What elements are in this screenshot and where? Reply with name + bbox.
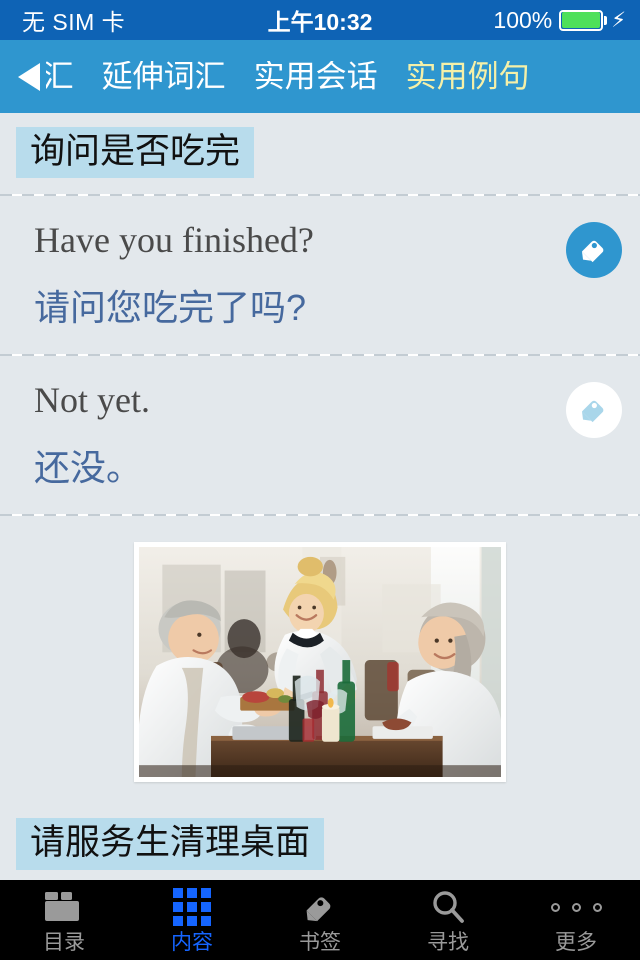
- back-triangle-icon: [16, 61, 42, 93]
- tab-label: 目录: [43, 931, 85, 954]
- nav-tab-3[interactable]: 实用例句: [392, 61, 544, 92]
- nav-bar: ]汇 延伸词汇 实用会话 实用例句: [0, 40, 640, 113]
- tab-contents-directory[interactable]: 目录: [0, 880, 128, 960]
- folder-icon: [44, 887, 84, 927]
- tab-content[interactable]: 内容: [128, 880, 256, 960]
- nav-tab-strip: ]汇 延伸词汇 实用会话 实用例句: [46, 61, 640, 92]
- bookmark-tag-button[interactable]: [566, 222, 622, 279]
- bookmark-tag-button[interactable]: [566, 382, 622, 439]
- ellipsis-icon: [550, 887, 602, 927]
- charging-bolt-icon: ⚡: [611, 8, 626, 32]
- tag-icon: [300, 887, 340, 927]
- phrase-entry[interactable]: Have you finished? 请问您吃完了吗?: [0, 196, 640, 354]
- phrase-english: Have you finished?: [34, 220, 314, 261]
- restaurant-scene-photo[interactable]: [134, 542, 506, 783]
- tab-bookmarks[interactable]: 书签: [256, 880, 384, 960]
- tab-label: 寻找: [427, 931, 469, 954]
- nav-tab-1[interactable]: 延伸词汇: [88, 61, 240, 92]
- section-title: 询问是否吃完: [16, 127, 255, 179]
- phrase-entry[interactable]: Not yet. 还没。: [0, 356, 640, 514]
- status-bar: 无 SIM 卡 上午10:32 100% ⚡: [0, 0, 640, 40]
- grid-icon: [173, 887, 211, 927]
- phrase-chinese: 请问您吃完了吗?: [34, 287, 307, 329]
- phrase-english: Not yet.: [34, 380, 150, 421]
- nav-tab-2[interactable]: 实用会话: [240, 61, 392, 92]
- tab-label: 内容: [171, 931, 213, 954]
- section-header: 询问是否吃完: [0, 113, 640, 194]
- status-bar-right: 100% ⚡: [493, 7, 626, 34]
- content-scroll-area[interactable]: 询问是否吃完 Have you finished? 请问您吃完了吗? Not y…: [0, 113, 640, 880]
- tab-search[interactable]: 寻找: [384, 880, 512, 960]
- app-root: 无 SIM 卡 上午10:32 100% ⚡ ]汇 延伸词汇 实用会话 实用例句…: [0, 0, 640, 960]
- tab-label: 书签: [299, 931, 341, 954]
- tag-icon: [577, 231, 611, 270]
- tab-label: 更多: [555, 931, 597, 954]
- tab-more[interactable]: 更多: [512, 880, 640, 960]
- tag-icon: [577, 391, 611, 430]
- bottom-tab-bar: 目录 内容 书签 寻找 更多: [0, 880, 640, 960]
- search-icon: [430, 887, 466, 927]
- next-section-header: 请服务生清理桌面: [0, 804, 640, 885]
- photo-container: [0, 516, 640, 804]
- phrase-chinese: 还没。: [34, 447, 143, 489]
- next-section-title: 请服务生清理桌面: [16, 818, 325, 870]
- battery-icon: [559, 9, 608, 31]
- back-button[interactable]: [0, 61, 46, 93]
- battery-percent-label: 100%: [493, 6, 553, 33]
- nav-tab-0[interactable]: ]汇: [46, 61, 88, 92]
